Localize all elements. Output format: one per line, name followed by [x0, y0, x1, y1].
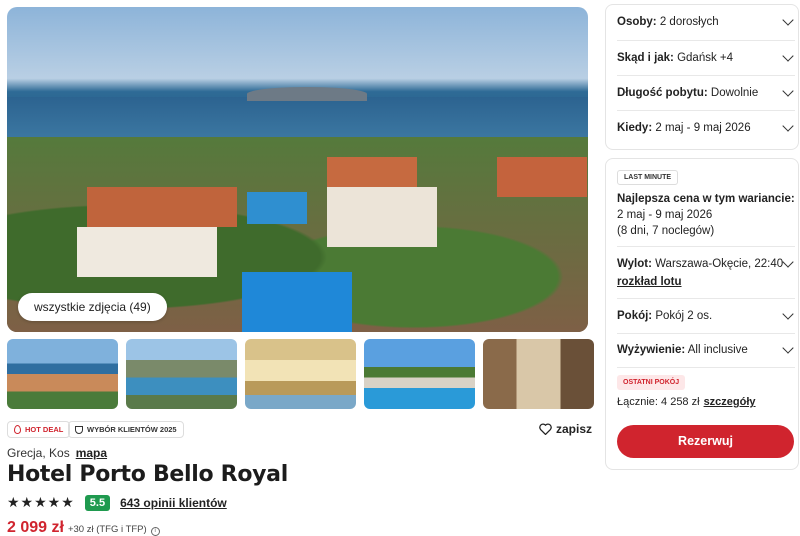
pool-shape	[247, 192, 307, 224]
last-room-badge: OSTATNI POKÓJ	[617, 375, 686, 390]
filter-label: Długość pobytu:	[617, 87, 708, 99]
offer-duration: (8 dni, 7 noclegów)	[617, 225, 715, 237]
thumbnail-pool[interactable]	[364, 339, 475, 409]
flame-icon	[14, 425, 21, 434]
save-button[interactable]: zapisz	[539, 422, 592, 436]
filter-value: 2 dorosłych	[659, 16, 719, 28]
rating-row: ★★★★★ 5.5 643 opinii klientów	[7, 494, 227, 511]
roof-shape	[497, 157, 587, 197]
building-shape	[77, 227, 217, 277]
reviews-link[interactable]: 643 opinii klientów	[120, 496, 227, 510]
hotel-title: Hotel Porto Bello Royal	[7, 462, 288, 487]
filter-persons[interactable]: Osoby: 2 dorosłych	[617, 5, 795, 39]
heart-icon	[539, 423, 552, 435]
chevron-down-icon	[782, 50, 794, 62]
location-text: Grecja, Kos	[7, 446, 70, 460]
roof-shape	[327, 157, 417, 187]
filter-dates[interactable]: Kiedy: 2 maj - 9 maj 2026	[617, 111, 795, 145]
filter-label: Skąd i jak:	[617, 52, 674, 64]
main-photo[interactable]: wszystkie zdjęcia (49)	[7, 7, 588, 332]
chevron-down-icon	[782, 342, 794, 354]
hot-deal-badge: HOT DEAL	[7, 421, 71, 438]
thumbnail-strip	[7, 339, 594, 409]
score-badge: 5.5	[84, 494, 111, 511]
filter-value: 2 maj - 9 maj 2026	[655, 122, 751, 134]
last-minute-badge: LAST MINUTE	[617, 170, 679, 185]
hot-deal-label: HOT DEAL	[25, 425, 64, 434]
trophy-icon	[75, 425, 83, 434]
chevron-down-icon	[782, 14, 794, 26]
total-price: Łącznie: 4 258 zł szczegóły	[617, 396, 756, 408]
all-photos-button[interactable]: wszystkie zdjęcia (49)	[18, 293, 167, 321]
price-extra: +30 zł (TFG i TFP)	[67, 524, 147, 535]
customer-choice-label: WYBÓR KLIENTÓW 2025	[87, 425, 177, 434]
board-selector[interactable]: Wyżywienie: All inclusive	[617, 333, 795, 367]
room-value: Pokój 2 os.	[655, 310, 713, 322]
chevron-down-icon	[782, 256, 794, 268]
location: Grecja, Kos mapa	[7, 446, 107, 460]
chevron-down-icon	[782, 120, 794, 132]
map-link[interactable]: mapa	[76, 446, 107, 460]
thumbnail-beach[interactable]	[126, 339, 237, 409]
chevron-down-icon	[782, 308, 794, 320]
details-link[interactable]: szczegóły	[704, 396, 756, 408]
filter-value: Gdańsk +4	[677, 52, 734, 64]
room-label: Pokój:	[617, 310, 653, 322]
building-shape	[327, 187, 437, 247]
save-label: zapisz	[556, 422, 593, 436]
filter-label: Kiedy:	[617, 122, 653, 134]
thumbnail-room[interactable]	[483, 339, 594, 409]
island-shape	[247, 87, 367, 101]
chevron-down-icon	[782, 85, 794, 97]
customer-choice-badge: WYBÓR KLIENTÓW 2025	[68, 421, 184, 438]
price-row: 2 099 zł +30 zł (TFG i TFP) i	[7, 519, 160, 536]
filter-duration[interactable]: Długość pobytu: Dowolnie	[617, 76, 795, 110]
flight-schedule-link[interactable]: rozkład lotu	[617, 276, 682, 288]
board-value: All inclusive	[687, 344, 748, 356]
board-label: Wyżywienie:	[617, 344, 686, 356]
thumbnail-lobby[interactable]	[245, 339, 356, 409]
star-rating-icon: ★★★★★	[7, 494, 75, 510]
price-main: 2 099 zł	[7, 519, 64, 536]
filter-value: Dowolnie	[710, 87, 759, 99]
offer-dates: 2 maj - 9 maj 2026	[617, 209, 713, 221]
departure-label: Wylot:	[617, 258, 652, 270]
departure-value: Warszawa-Okęcie, 22:40	[655, 258, 784, 270]
sea-area	[7, 97, 588, 142]
filter-label: Osoby:	[617, 16, 657, 28]
pool-shape	[242, 272, 352, 332]
filter-departure[interactable]: Skąd i jak: Gdańsk +4	[617, 41, 795, 75]
total-label: Łącznie: 4 258 zł	[617, 396, 700, 408]
best-price-block: Najlepsza cena w tym wariancie: 2 maj - …	[617, 191, 795, 239]
roof-shape	[87, 187, 237, 227]
best-price-title: Najlepsza cena w tym wariancie:	[617, 193, 795, 205]
divider	[617, 367, 795, 368]
thumbnail-pool-aerial[interactable]	[7, 339, 118, 409]
room-selector[interactable]: Pokój: Pokój 2 os.	[617, 299, 795, 333]
reserve-button[interactable]: Rezerwuj	[617, 425, 794, 458]
info-icon[interactable]: i	[150, 527, 160, 536]
